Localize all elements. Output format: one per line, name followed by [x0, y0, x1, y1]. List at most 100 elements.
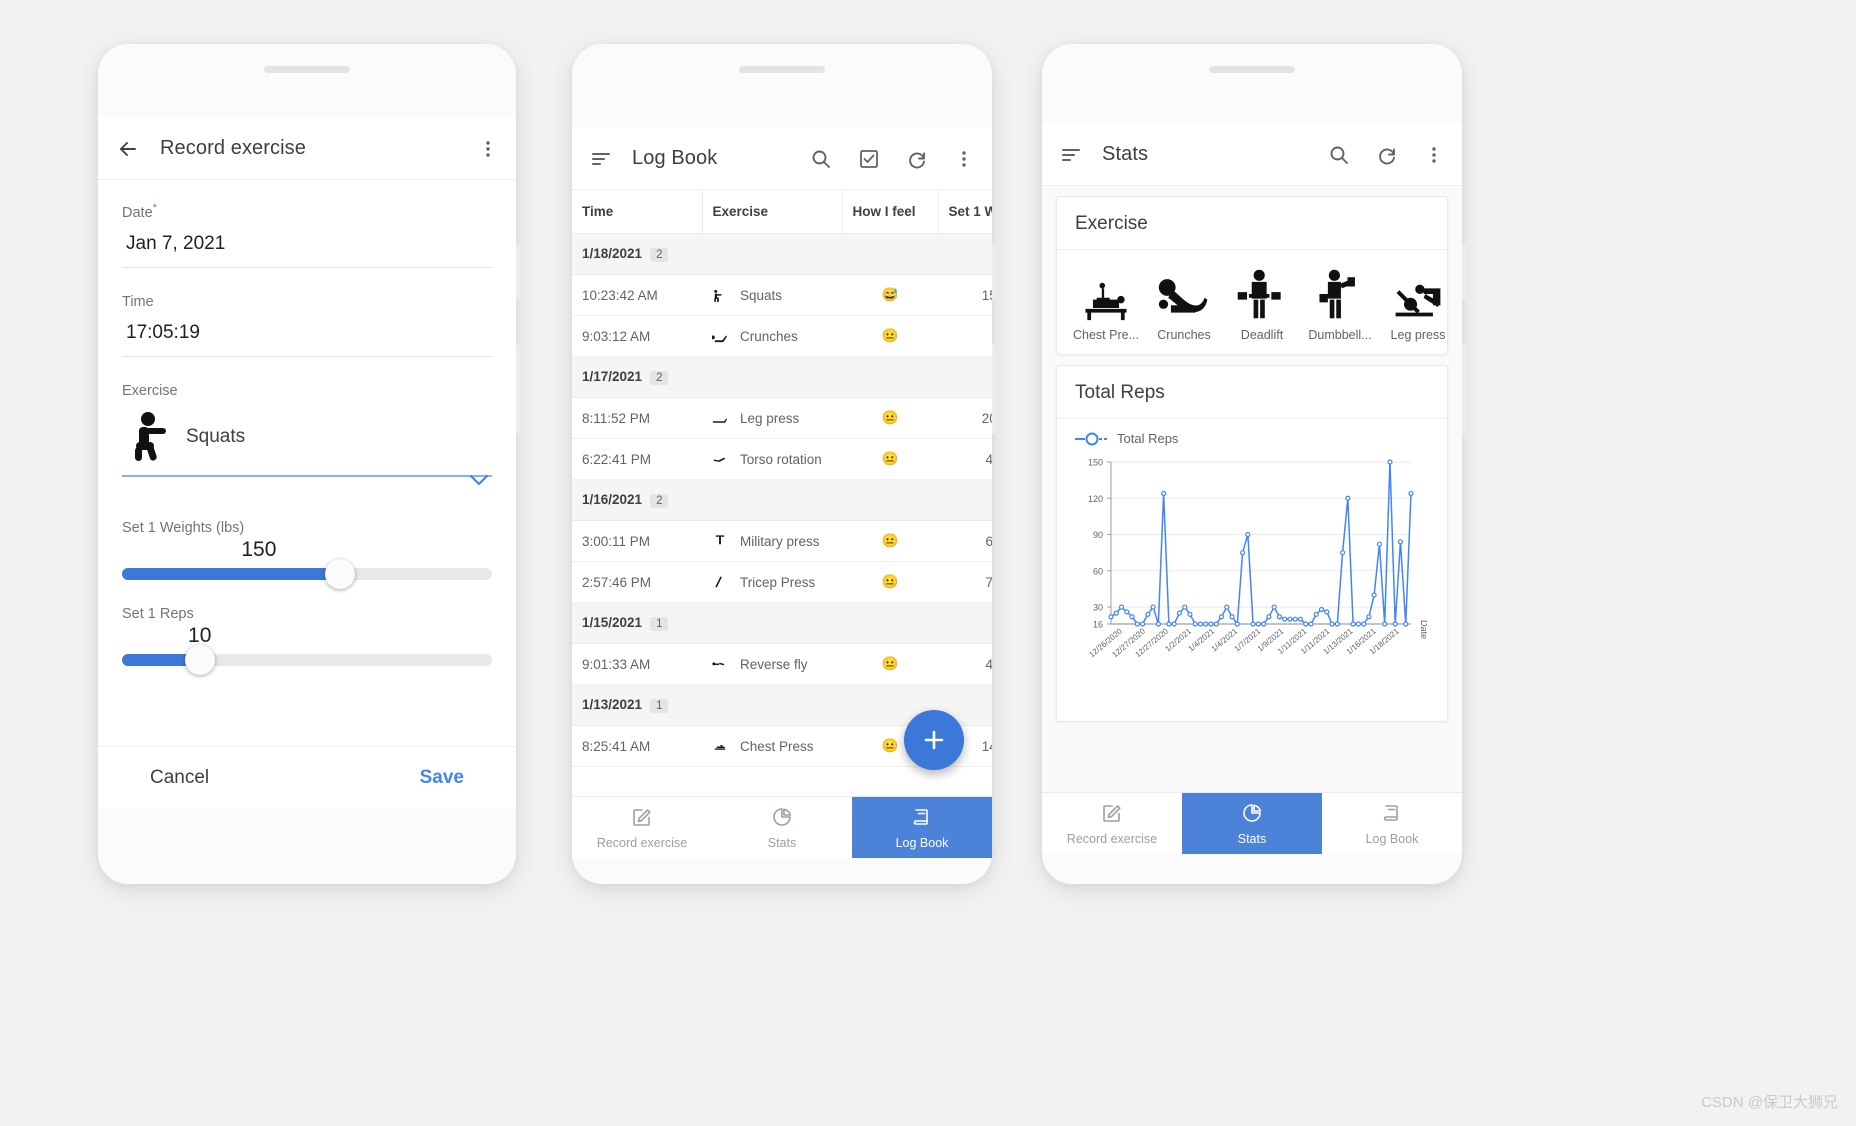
checkbox-icon[interactable] — [858, 148, 880, 170]
tricep-icon — [712, 574, 728, 590]
nav-item-record-exercise[interactable]: Record exercise — [572, 797, 712, 858]
exercise-icon-row[interactable]: Chest Pre... Crunches Deadlift Dumbbell... L… — [1057, 250, 1447, 354]
exercise-filter-chest-pre-[interactable]: Chest Pre... — [1067, 260, 1145, 342]
nav-item-stats[interactable]: Stats — [1182, 793, 1322, 854]
table-group-row[interactable]: 1/17/2021 2 — [572, 356, 992, 398]
cell-set1-weight: 75 — [938, 561, 992, 603]
dumbbell-icon — [1301, 260, 1379, 322]
exercise-name: Leg press — [740, 410, 800, 426]
crunches-icon — [1145, 260, 1223, 322]
cell-time: 9:01:33 AM — [572, 643, 702, 685]
time-value[interactable]: 17:05:19 — [122, 320, 492, 357]
svg-text:150: 150 — [1088, 458, 1103, 468]
cell-how-i-feel: 😐 — [842, 397, 938, 439]
cell-time: 9:03:12 AM — [572, 315, 702, 357]
reps-label: Set 1 Reps — [122, 605, 194, 622]
required-mark: * — [152, 202, 157, 214]
nav-item-label: Stats — [1237, 831, 1267, 846]
exercise-filter-deadlift[interactable]: Deadlift — [1223, 260, 1301, 342]
exercise-field[interactable]: Exercise Squats — [122, 383, 492, 494]
phone-speaker — [1209, 66, 1295, 73]
table-group-row[interactable]: 1/18/2021 2 — [572, 233, 992, 275]
reps-slider-track[interactable] — [122, 644, 492, 675]
table-row[interactable]: 3:00:11 PM Military press 😐60 — [572, 520, 992, 562]
save-button[interactable]: Save — [420, 767, 464, 789]
group-date: 1/17/2021 2 — [572, 356, 992, 398]
nav-item-stats[interactable]: Stats — [712, 797, 852, 858]
cell-time: 2:57:46 PM — [572, 561, 702, 603]
chart-legend[interactable]: Total Reps — [1057, 419, 1447, 448]
exercise-filter-leg-press[interactable]: Leg press — [1379, 260, 1447, 342]
legend-label: Total Reps — [1117, 431, 1179, 446]
group-count-badge: 2 — [650, 371, 669, 385]
more-vertical-icon[interactable] — [1424, 145, 1444, 165]
exercise-filter-dumbbell-[interactable]: Dumbbell... — [1301, 260, 1379, 342]
nav-item-log-book[interactable]: Log Book — [1322, 793, 1462, 854]
cell-set1-weight: 40 — [938, 438, 992, 480]
sort-menu-icon[interactable] — [1060, 144, 1082, 166]
cell-time: 8:25:41 AM — [572, 725, 702, 767]
phone-record-exercise: Record exercise Date* Jan 7, 2021 Time 1… — [98, 44, 520, 884]
nav-item-record-exercise[interactable]: Record exercise — [1042, 793, 1182, 854]
page-title: Log Book — [632, 147, 718, 169]
cell-how-i-feel: 😅 — [842, 274, 938, 316]
pie-chart-icon — [771, 806, 793, 831]
column-header-exercise[interactable]: Exercise — [702, 190, 843, 234]
column-header-time[interactable]: Time — [572, 190, 703, 234]
reps-slider-thumb[interactable] — [184, 644, 215, 675]
cell-exercise: Tricep Press — [702, 561, 842, 603]
leg-press-icon — [1379, 260, 1447, 322]
cell-exercise: Torso rotation — [702, 438, 842, 480]
weights-slider-field[interactable]: Set 1 Weights (lbs) 150 — [122, 520, 492, 589]
add-record-fab[interactable] — [904, 710, 964, 770]
date-field[interactable]: Date* Jan 7, 2021 — [122, 202, 492, 268]
group-date: 1/15/2021 1 — [572, 602, 992, 644]
table-row[interactable]: 2:57:46 PM Tricep Press 😐75 — [572, 561, 992, 603]
exercise-filter-label: Deadlift — [1240, 328, 1284, 342]
log-bottom-nav: Record exercise Stats Log Book — [572, 796, 992, 858]
refresh-icon[interactable] — [906, 148, 928, 170]
search-icon[interactable] — [810, 148, 832, 170]
refresh-icon[interactable] — [1376, 144, 1398, 166]
nav-item-label: Stats — [767, 835, 797, 850]
exercise-filter-label: Chest Pre... — [1073, 328, 1139, 342]
exercise-filter-label: Dumbbell... — [1308, 328, 1372, 342]
cell-time: 3:00:11 PM — [572, 520, 702, 562]
table-row[interactable]: 10:23:42 AM Squats 😅150 — [572, 274, 992, 316]
search-icon[interactable] — [1328, 144, 1350, 166]
table-group-row[interactable]: 1/15/2021 1 — [572, 602, 992, 644]
cancel-button[interactable]: Cancel — [150, 767, 209, 789]
table-row[interactable]: 9:01:33 AM Reverse fly 😐40 — [572, 643, 992, 685]
exercise-selector[interactable]: Squats — [122, 409, 492, 477]
date-label: Date* — [122, 202, 157, 221]
arrow-left-icon[interactable] — [116, 137, 140, 161]
deadlift-icon — [1223, 260, 1301, 322]
table-row[interactable]: 8:11:52 PM Leg press 😐200 — [572, 397, 992, 439]
nav-item-log-book[interactable]: Log Book — [852, 797, 992, 858]
time-field[interactable]: Time 17:05:19 — [122, 294, 492, 357]
squats-icon — [126, 411, 170, 463]
more-vertical-icon[interactable] — [954, 149, 974, 169]
svg-text:16: 16 — [1093, 620, 1103, 630]
sort-menu-icon[interactable] — [590, 148, 612, 170]
more-vertical-icon[interactable] — [478, 139, 498, 159]
exercise-filter-label: Leg press — [1390, 328, 1446, 342]
column-header-how-i-feel[interactable]: How I feel — [842, 190, 939, 234]
svg-text:Date: Date — [1419, 620, 1427, 639]
date-value[interactable]: Jan 7, 2021 — [122, 231, 492, 268]
exercise-filter-crunches[interactable]: Crunches — [1145, 260, 1223, 342]
weights-slider-thumb[interactable] — [325, 558, 356, 589]
table-row[interactable]: 9:03:12 AM Crunches 😐 — [572, 315, 992, 357]
table-row[interactable]: 6:22:41 PM Torso rotation 😐40 — [572, 438, 992, 480]
edit-square-icon — [631, 806, 653, 831]
group-count-badge: 2 — [650, 494, 669, 508]
table-group-row[interactable]: 1/16/2021 2 — [572, 479, 992, 521]
cell-time: 6:22:41 PM — [572, 438, 702, 480]
weights-slider-track[interactable] — [122, 558, 492, 589]
reps-slider-field[interactable]: Set 1 Reps 10 — [122, 605, 492, 675]
column-header-set1weight[interactable]: Set 1 Weight — [938, 190, 992, 234]
cell-exercise: Crunches — [702, 315, 842, 357]
exercise-name: Torso rotation — [740, 451, 822, 467]
chart-svg: 1630609012015012/26/202012/27/202012/27/… — [1087, 458, 1429, 660]
chevron-down-icon[interactable] — [122, 471, 492, 494]
